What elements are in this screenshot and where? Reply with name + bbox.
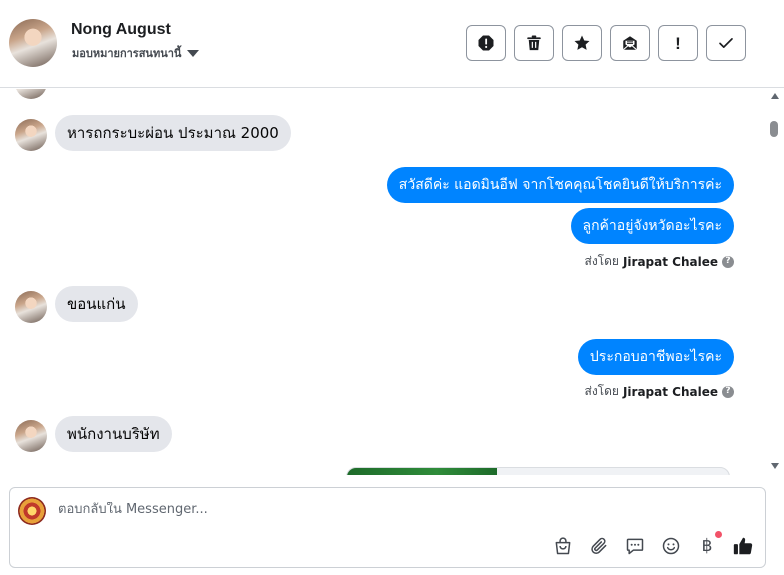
- attachment-card-preview[interactable]: [346, 467, 730, 475]
- sent-by-prefix: ส่งโดย: [584, 254, 619, 268]
- contact-avatar-small: [15, 119, 47, 151]
- reply-input[interactable]: [58, 502, 738, 517]
- page-avatar: [18, 497, 46, 525]
- thumbs-up-icon: [733, 537, 753, 555]
- like-button[interactable]: [732, 535, 754, 557]
- reply-composer: ฿: [9, 487, 766, 568]
- incoming-message[interactable]: พนักงานบริษัท: [55, 416, 172, 452]
- saved-replies-icon: [626, 538, 644, 555]
- contact-avatar[interactable]: [9, 19, 57, 67]
- outgoing-message[interactable]: ประกอบอาชีพอะไรคะ: [577, 339, 734, 375]
- incoming-message[interactable]: หารถกระบะผ่อน ประมาณ 2000: [55, 115, 291, 151]
- thread-scrollbar[interactable]: [766, 89, 784, 475]
- scroll-down-arrow-icon[interactable]: [771, 463, 779, 469]
- card-image-strip: [347, 468, 497, 475]
- message-thread[interactable]: หารถกระบะผ่อน ประมาณ 2000 สวัสดีค่ะ แอดม…: [0, 89, 766, 475]
- help-icon[interactable]: ?: [722, 255, 734, 268]
- contact-avatar-small: [15, 89, 47, 99]
- notification-dot: [715, 531, 722, 538]
- conversation-actions: !: [466, 25, 746, 61]
- incoming-message[interactable]: ขอนแก่น: [55, 286, 138, 322]
- contact-avatar-small: [15, 420, 47, 452]
- mark-unread-button[interactable]: [610, 25, 650, 61]
- alert-octagon-icon: [478, 35, 494, 51]
- checkmark-icon: [719, 38, 733, 48]
- shopping-bag-icon: [555, 537, 571, 555]
- agent-name[interactable]: Jirapat Chalee: [623, 255, 718, 269]
- conversation-header: Nong August มอบหมายการสนทนานี้ !: [0, 0, 784, 88]
- saved-replies-button[interactable]: [624, 535, 646, 557]
- sent-by-label: ส่งโดย Jirapat Chalee ?: [584, 382, 734, 401]
- mark-done-button[interactable]: [706, 25, 746, 61]
- assign-conversation-dropdown[interactable]: มอบหมายการสนทนานี้: [72, 44, 200, 62]
- priority-button[interactable]: !: [658, 25, 698, 61]
- emoji-icon: [662, 537, 680, 555]
- follow-up-button[interactable]: [562, 25, 602, 61]
- contact-avatar-small: [15, 291, 47, 323]
- sent-by-prefix: ส่งโดย: [584, 384, 619, 398]
- assign-label: มอบหมายการสนทนานี้: [72, 47, 182, 60]
- payment-button[interactable]: ฿: [696, 531, 722, 557]
- scrollbar-thumb[interactable]: [770, 121, 778, 137]
- exclamation-icon: !: [675, 33, 681, 53]
- contact-name[interactable]: Nong August: [71, 21, 171, 39]
- star-icon: [574, 35, 590, 50]
- spam-button[interactable]: [466, 25, 506, 61]
- trash-icon: [527, 35, 541, 51]
- baht-payment-icon: ฿: [701, 536, 713, 556]
- paperclip-icon: [591, 537, 607, 555]
- attach-button[interactable]: [588, 535, 610, 557]
- help-icon[interactable]: ?: [722, 385, 734, 398]
- outgoing-message[interactable]: สวัสดีค่ะ แอดมินอีฟ จากโชคคุณโชคยินดีให้…: [386, 167, 734, 203]
- envelope-icon: [622, 36, 638, 51]
- emoji-button[interactable]: [660, 535, 682, 557]
- outgoing-message[interactable]: ลูกค้าอยู่จังหวัดอะไรคะ: [570, 208, 734, 244]
- caret-down-icon: [187, 49, 200, 57]
- sent-by-label: ส่งโดย Jirapat Chalee ?: [584, 252, 734, 271]
- composer-toolbar: ฿: [552, 531, 754, 557]
- delete-button[interactable]: [514, 25, 554, 61]
- scroll-up-arrow-icon[interactable]: [771, 93, 779, 99]
- shopping-bag-button[interactable]: [552, 535, 574, 557]
- agent-name[interactable]: Jirapat Chalee: [623, 385, 718, 399]
